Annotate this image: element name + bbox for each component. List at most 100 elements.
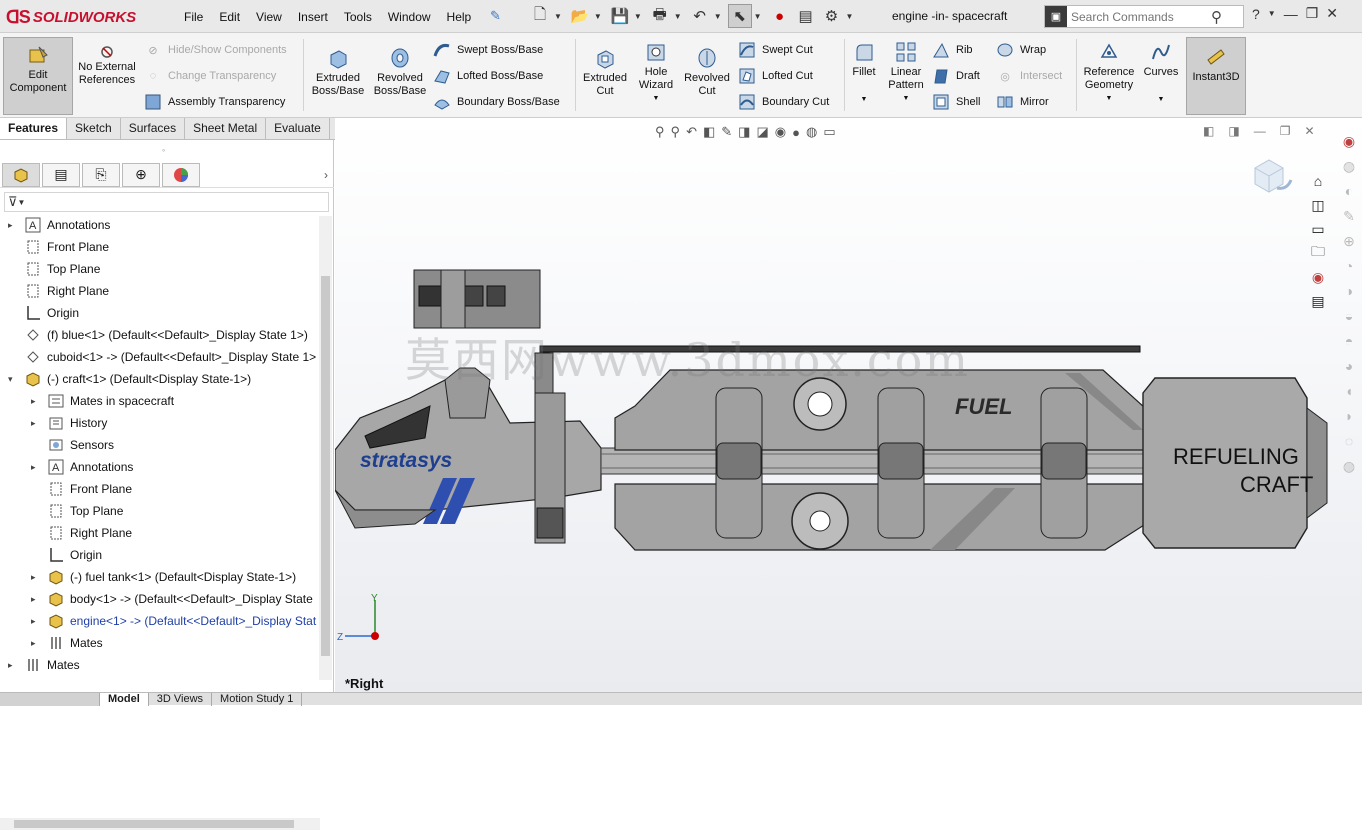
- change-transparency-button[interactable]: ◌ Change Transparency: [144, 67, 277, 85]
- select-dropdown-icon[interactable]: ▼: [754, 12, 762, 21]
- tool-6-icon[interactable]: ◖: [1338, 380, 1360, 402]
- options-gear-icon[interactable]: ⚙: [820, 4, 844, 28]
- swept-cut-button[interactable]: Swept Cut: [738, 41, 813, 59]
- open-dropdown-icon[interactable]: ▼: [594, 12, 602, 21]
- tree-item-blue-component[interactable]: (f) blue<1> (Default<<Default>_Display S…: [0, 324, 318, 346]
- tab-3d-views[interactable]: 3D Views: [149, 693, 213, 706]
- tool-2-icon[interactable]: ◑: [1338, 280, 1360, 302]
- linear-pattern-button[interactable]: Linear Pattern ▼: [884, 41, 928, 105]
- menu-help[interactable]: Help: [439, 10, 480, 24]
- edit-decal-icon[interactable]: ✎: [1338, 205, 1360, 227]
- tool-3-icon[interactable]: ◒: [1338, 305, 1360, 327]
- tool-7-icon[interactable]: ◗: [1338, 405, 1360, 427]
- appearance-icon[interactable]: ◉: [1338, 130, 1360, 152]
- expand-arrow-icon[interactable]: ▸: [8, 660, 13, 671]
- help-dropdown-icon[interactable]: ▼: [1268, 9, 1276, 18]
- undo-icon[interactable]: ↶: [688, 4, 712, 28]
- search-icon[interactable]: ⚲: [1211, 8, 1222, 26]
- menu-file[interactable]: File: [176, 10, 211, 24]
- instant3d-button[interactable]: Instant3D: [1186, 37, 1246, 115]
- property-manager-tab-icon[interactable]: ▤: [42, 162, 80, 187]
- target-icon[interactable]: ⊕: [1338, 230, 1360, 252]
- display-manager-tab-icon[interactable]: [162, 162, 200, 187]
- tree-item-origin[interactable]: Origin: [0, 302, 318, 324]
- curves-dropdown-icon[interactable]: ▼: [1158, 93, 1165, 106]
- design-library-icon[interactable]: ▭: [1306, 218, 1330, 240]
- tab-features[interactable]: Features: [0, 118, 68, 139]
- expand-arrow-icon[interactable]: ▸: [31, 572, 36, 583]
- close-icon[interactable]: ✕: [1326, 5, 1338, 22]
- minimize-icon[interactable]: —: [1284, 6, 1298, 22]
- panel-expand-chevron-icon[interactable]: ›: [324, 168, 328, 182]
- tree-item-craft-top-plane[interactable]: Top Plane: [0, 500, 318, 522]
- fillet-button[interactable]: Fillet ▼: [848, 41, 880, 106]
- tab-model[interactable]: Model: [100, 693, 149, 706]
- no-external-references-button[interactable]: No External References: [76, 45, 138, 87]
- mirror-button[interactable]: Mirror: [996, 93, 1049, 111]
- tree-item-annotations[interactable]: ▸ A Annotations: [0, 214, 318, 236]
- menu-tools[interactable]: Tools: [336, 10, 380, 24]
- reference-geometry-dropdown-icon[interactable]: ▼: [1106, 92, 1113, 105]
- save-dropdown-icon[interactable]: ▼: [634, 12, 642, 21]
- filter-dropdown-icon[interactable]: ▼: [18, 198, 26, 207]
- tree-horizontal-scrollbar[interactable]: [0, 818, 320, 830]
- expand-arrow-icon[interactable]: ▸: [8, 220, 13, 231]
- scene-icon[interactable]: ◍: [1338, 155, 1360, 177]
- assembly-transparency-button[interactable]: Assembly Transparency: [144, 93, 285, 111]
- curves-button[interactable]: Curves ▼: [1140, 41, 1182, 106]
- expand-arrow-icon[interactable]: ▸: [31, 418, 36, 429]
- solidworks-logo[interactable]: ᗡS SOLIDWORKS: [6, 4, 156, 30]
- tool-1-icon[interactable]: ◔: [1338, 255, 1360, 277]
- tool-9-icon[interactable]: ◍: [1338, 455, 1360, 477]
- menu-window[interactable]: Window: [380, 10, 439, 24]
- menu-view[interactable]: View: [248, 10, 290, 24]
- expand-arrow-icon[interactable]: ▸: [31, 616, 36, 627]
- home-icon[interactable]: ⌂: [1306, 170, 1330, 192]
- wrap-button[interactable]: Wrap: [996, 41, 1046, 59]
- hole-wizard-dropdown-icon[interactable]: ▼: [653, 92, 660, 105]
- tree-item-body[interactable]: ▸ body<1> -> (Default<<Default>_Display S…: [0, 588, 318, 610]
- open-icon[interactable]: 📂: [568, 4, 592, 28]
- print-icon[interactable]: 🖶: [648, 4, 672, 28]
- intersect-button[interactable]: ◎ Intersect: [996, 67, 1062, 85]
- tree-item-mates[interactable]: ▸ Mates: [0, 654, 318, 676]
- undo-dropdown-icon[interactable]: ▼: [714, 12, 722, 21]
- fillet-dropdown-icon[interactable]: ▼: [861, 93, 868, 106]
- rib-button[interactable]: Rib: [932, 41, 973, 59]
- spacecraft-model[interactable]: stratasys FUEL REFUELING CRAFT: [335, 118, 1335, 678]
- print-dropdown-icon[interactable]: ▼: [674, 12, 682, 21]
- lofted-cut-button[interactable]: Lofted Cut: [738, 67, 813, 85]
- search-commands-icon[interactable]: ▣: [1045, 6, 1067, 27]
- appearances-icon[interactable]: ◉: [1306, 266, 1330, 288]
- revolved-boss-button[interactable]: Revolved Boss/Base: [370, 47, 430, 98]
- solidworks-resources-icon[interactable]: ◫: [1306, 194, 1330, 216]
- menu-insert[interactable]: Insert: [290, 10, 336, 24]
- tool-4-icon[interactable]: ◓: [1338, 330, 1360, 352]
- rebuild-icon[interactable]: ●: [768, 4, 792, 28]
- filter-icon[interactable]: ⊽: [8, 194, 18, 210]
- tree-item-sensors[interactable]: Sensors: [0, 434, 318, 456]
- extruded-cut-button[interactable]: Extruded Cut: [580, 47, 630, 98]
- boundary-boss-button[interactable]: Boundary Boss/Base: [433, 93, 560, 111]
- tool-8-icon[interactable]: ◌: [1338, 430, 1360, 452]
- graphics-area[interactable]: ⚲ ⚲ ↶ ◧ ✎ ◨ ◪ ◉ ● ◍ ▭ ◧ ◨ — ❐ ✕ stratasy…: [335, 118, 1362, 692]
- tree-filter[interactable]: ⊽ ▼: [4, 192, 329, 212]
- configuration-manager-tab-icon[interactable]: ⎘: [82, 162, 120, 187]
- reference-geometry-button[interactable]: Reference Geometry ▼: [1080, 41, 1138, 105]
- expand-arrow-icon[interactable]: ▸: [31, 638, 36, 649]
- tree-item-craft-origin[interactable]: Origin: [0, 544, 318, 566]
- tree-item-craft-annotations[interactable]: ▸ A Annotations: [0, 456, 318, 478]
- lofted-boss-button[interactable]: Lofted Boss/Base: [433, 67, 543, 85]
- tool-5-icon[interactable]: ◕: [1338, 355, 1360, 377]
- expand-arrow-icon[interactable]: ▸: [31, 594, 36, 605]
- tab-scroll-arrows[interactable]: [0, 693, 100, 706]
- tree-item-history[interactable]: ▸ History: [0, 412, 318, 434]
- boundary-cut-button[interactable]: Boundary Cut: [738, 93, 829, 111]
- help-icon[interactable]: ?: [1252, 6, 1260, 22]
- collapse-arrow-icon[interactable]: ▾: [8, 374, 13, 385]
- restore-icon[interactable]: ❐: [1306, 5, 1319, 22]
- new-dropdown-icon[interactable]: ▼: [554, 12, 562, 21]
- tab-evaluate[interactable]: Evaluate: [266, 118, 330, 139]
- tree-item-craft-right-plane[interactable]: Right Plane: [0, 522, 318, 544]
- tree-item-engine[interactable]: ▸ engine<1> -> (Default<<Default>_Display…: [0, 610, 318, 632]
